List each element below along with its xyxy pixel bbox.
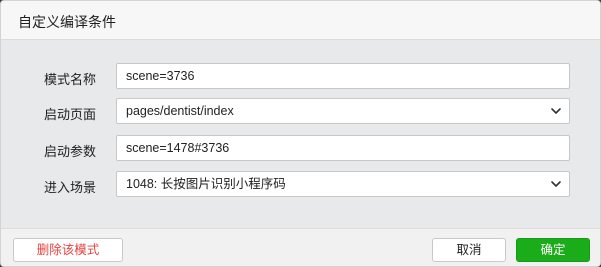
- chevron-down-icon: [551, 108, 561, 114]
- start-page-select[interactable]: pages/dentist/index: [116, 98, 570, 124]
- start-params-label: 启动参数: [44, 144, 97, 159]
- dialog-form: 模式名称 启动页面 pages/dentist/index 启动参数 进入场景 …: [1, 40, 600, 228]
- chevron-down-icon: [551, 181, 561, 187]
- delete-mode-button[interactable]: 删除该模式: [13, 238, 123, 262]
- mode-name-row: 模式名称: [1, 63, 600, 91]
- confirm-button[interactable]: 确定: [516, 238, 590, 262]
- start-params-row: 启动参数: [1, 135, 600, 163]
- entry-scene-value: 1048: 长按图片识别小程序码: [126, 177, 286, 191]
- compile-condition-dialog: 自定义编译条件 模式名称 启动页面 pages/dentist/index 启动…: [0, 0, 601, 267]
- mode-name-input[interactable]: [116, 63, 570, 89]
- start-page-value: pages/dentist/index: [126, 104, 234, 118]
- start-params-input[interactable]: [116, 135, 570, 161]
- entry-scene-label: 进入场景: [44, 180, 97, 195]
- dialog-titlebar: 自定义编译条件: [1, 1, 600, 40]
- entry-scene-row: 进入场景 1048: 长按图片识别小程序码: [1, 171, 600, 199]
- dialog-title: 自定义编译条件: [18, 14, 116, 30]
- start-page-row: 启动页面 pages/dentist/index: [1, 98, 600, 126]
- dialog-footer: 删除该模式 取消 确定: [1, 228, 600, 266]
- cancel-button[interactable]: 取消: [432, 238, 506, 262]
- mode-name-label: 模式名称: [44, 72, 97, 87]
- entry-scene-select[interactable]: 1048: 长按图片识别小程序码: [116, 171, 570, 197]
- start-page-label: 启动页面: [44, 107, 97, 122]
